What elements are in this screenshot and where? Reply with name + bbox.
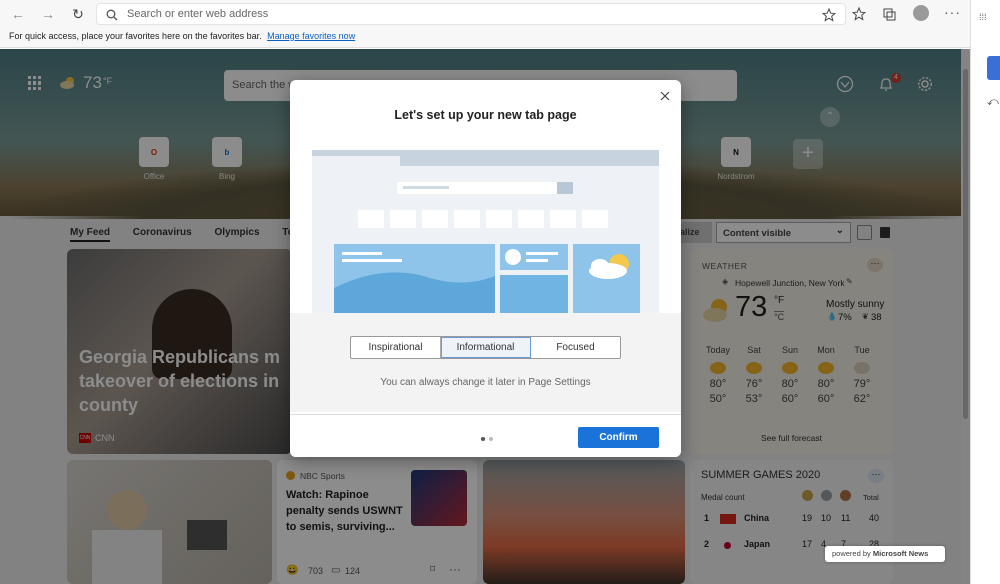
docs-icon[interactable] <box>987 56 1000 80</box>
option-informational[interactable]: Informational <box>441 337 531 358</box>
layout-preview-illustration <box>290 138 681 313</box>
favorites-bar: For quick access, place your favorites h… <box>9 31 355 41</box>
more-menu-icon[interactable]: ··· <box>944 4 961 20</box>
powered-by-label: powered by <box>832 549 871 558</box>
option-inspirational[interactable]: Inspirational <box>351 337 441 358</box>
favorites-hint: For quick access, place your favorites h… <box>9 31 262 41</box>
manage-favorites-link[interactable]: Manage favorites now <box>267 31 355 41</box>
powered-by-badge[interactable]: powered by Microsoft News <box>825 546 945 562</box>
step-dot-active[interactable] <box>481 437 485 441</box>
back-icon[interactable]: ← <box>8 4 28 24</box>
profile-avatar[interactable] <box>913 5 929 21</box>
collections-icon[interactable] <box>882 7 896 21</box>
close-icon[interactable] <box>659 90 671 102</box>
setup-dialog: Let's set up your new tab page Inspirati… <box>290 80 681 457</box>
settings-hint: You can always change it later in Page S… <box>380 377 591 388</box>
illustration-footer-bg <box>290 312 681 412</box>
add-favorite-icon[interactable] <box>822 8 836 22</box>
browser-toolbar: ← → ↻ Search or enter web address ··· Fo… <box>0 0 970 48</box>
address-bar[interactable]: Search or enter web address <box>96 3 846 25</box>
address-placeholder: Search or enter web address <box>127 8 269 20</box>
refresh-icon[interactable]: ↻ <box>68 4 88 24</box>
layout-options: Inspirational Informational Focused <box>350 336 621 359</box>
confirm-button[interactable]: Confirm <box>578 427 659 448</box>
dialog-footer: Confirm <box>290 414 681 457</box>
side-panel: ⁞⁞⁞ ⤺ <box>970 0 1000 584</box>
dialog-title: Let's set up your new tab page <box>394 108 577 122</box>
apps-icon[interactable]: ⁞⁞⁞ <box>979 12 987 22</box>
search-icon <box>106 9 118 21</box>
undo-icon[interactable]: ⤺ <box>987 96 999 109</box>
step-dot[interactable] <box>489 437 493 441</box>
favorites-icon[interactable] <box>852 7 866 21</box>
forward-icon[interactable]: → <box>38 4 58 24</box>
option-focused[interactable]: Focused <box>531 337 620 358</box>
powered-by-brand: Microsoft News <box>872 549 929 558</box>
